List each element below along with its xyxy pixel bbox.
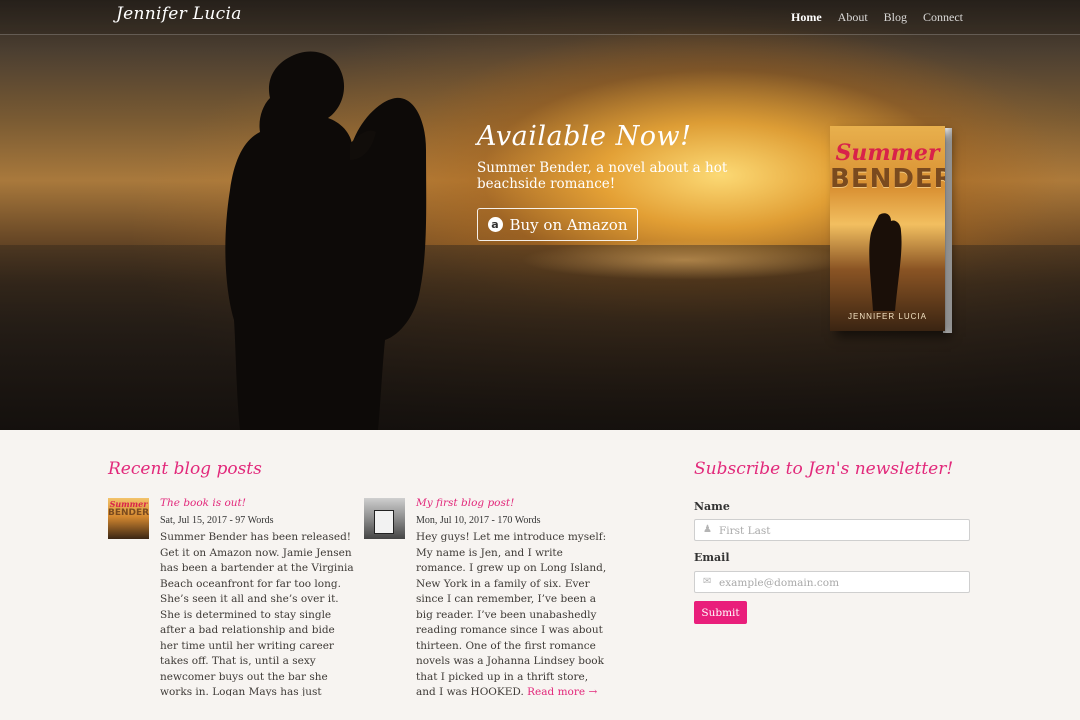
book-title-line2: BENDER xyxy=(830,164,945,194)
book-cover-image[interactable]: Summer BENDER JENNIFER LUCIA xyxy=(830,126,945,331)
recent-posts-heading: Recent blog posts xyxy=(108,459,262,479)
nav-about[interactable]: About xyxy=(838,10,868,25)
couple-silhouette-image xyxy=(225,51,427,430)
name-input[interactable] xyxy=(717,522,961,540)
envelope-icon: ✉ xyxy=(703,576,712,587)
newsletter-heading: Subscribe to Jen's newsletter! xyxy=(694,459,954,479)
main-nav: Home About Blog Connect xyxy=(791,10,963,25)
sun-glare xyxy=(520,240,850,280)
top-navbar: Jennifer Lucia Home About Blog Connect xyxy=(0,0,1080,35)
hero-subtitle: Summer Bender, a novel about a hot beach… xyxy=(477,160,728,192)
email-input[interactable] xyxy=(717,574,961,592)
user-icon: ♟ xyxy=(703,524,712,535)
post-title-link[interactable]: My first blog post! xyxy=(416,497,514,509)
post-title-link[interactable]: The book is out! xyxy=(160,497,246,509)
amazon-icon: a xyxy=(487,217,503,232)
site-brand-logo[interactable]: Jennifer Lucia xyxy=(116,4,242,24)
name-field[interactable]: ♟ xyxy=(694,519,970,541)
post-thumbnail[interactable]: Summer BENDER xyxy=(108,498,149,539)
post-excerpt: Summer Bender has been released! Get it … xyxy=(160,531,354,696)
nav-blog[interactable]: Blog xyxy=(884,10,907,25)
post-meta: Mon, Jul 10, 2017 - 170 Words xyxy=(416,515,541,526)
submit-button[interactable]: Submit xyxy=(694,601,747,624)
email-label: Email xyxy=(694,551,730,564)
thumb-sign-graphic xyxy=(374,510,394,534)
buy-on-amazon-label: Buy on Amazon xyxy=(509,215,628,234)
nav-connect[interactable]: Connect xyxy=(923,10,963,25)
buy-on-amazon-button[interactable]: a Buy on Amazon xyxy=(477,208,638,241)
book-title-line1: Summer xyxy=(835,140,940,166)
book-cover-couple-art xyxy=(869,213,902,311)
nav-home[interactable]: Home xyxy=(791,10,822,25)
read-more-link[interactable]: Read more → xyxy=(527,686,597,698)
post-excerpt-text: Hey guys! Let me introduce myself: My na… xyxy=(416,531,607,698)
book-author: JENNIFER LUCIA xyxy=(848,312,927,321)
name-label: Name xyxy=(694,500,730,513)
thumb-title-line2: BENDER xyxy=(108,508,149,518)
post-meta: Sat, Jul 15, 2017 - 97 Words xyxy=(160,515,274,526)
hero-title: Available Now! xyxy=(477,121,692,152)
hero-banner: Jennifer Lucia Home About Blog Connect A… xyxy=(0,0,1080,430)
post-thumbnail[interactable] xyxy=(364,498,405,539)
email-field[interactable]: ✉ xyxy=(694,571,970,593)
post-excerpt: Hey guys! Let me introduce myself: My na… xyxy=(416,530,611,700)
